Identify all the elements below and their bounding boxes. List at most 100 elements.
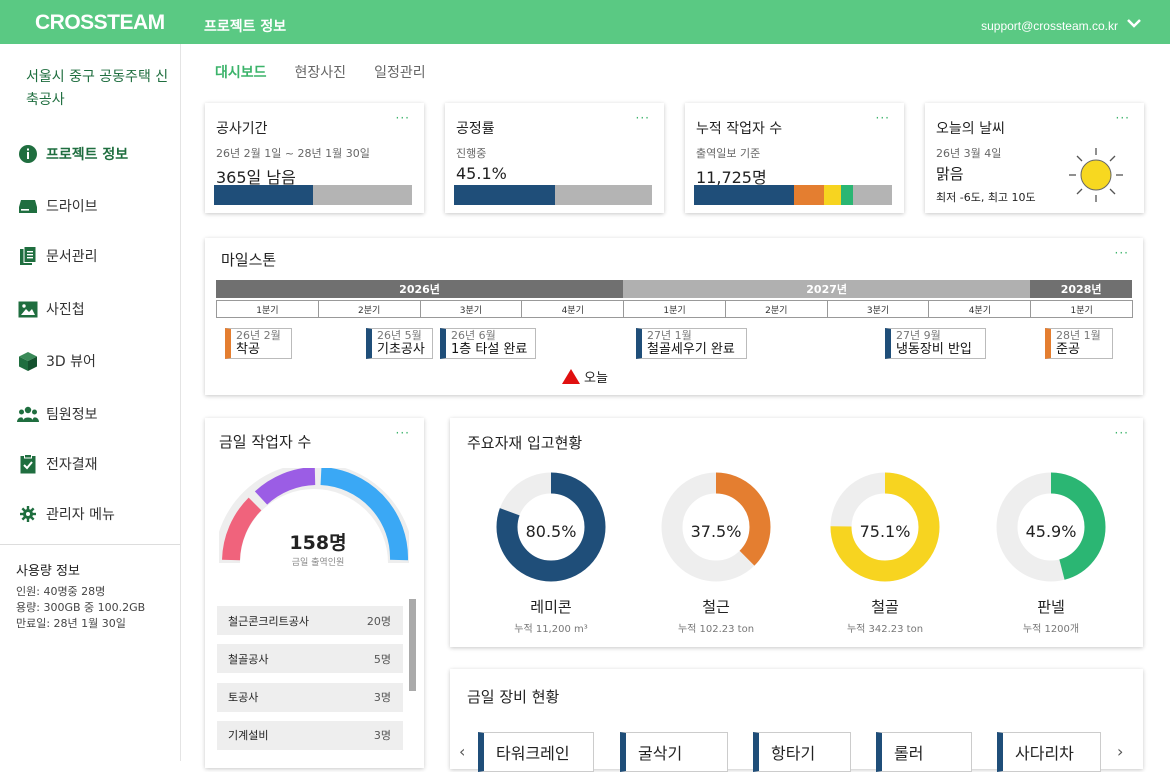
weather-condition: 맑음 bbox=[936, 165, 964, 183]
weather-date: 26년 3월 4일 bbox=[936, 147, 1002, 160]
equipment-item[interactable]: 항타기 bbox=[753, 732, 851, 772]
bar-segment bbox=[823, 185, 842, 205]
sidebar-item-label: 3D 뷰어 bbox=[46, 354, 96, 370]
quarter-cell: 1분기 bbox=[623, 300, 726, 318]
material-total: 누적 1200개 bbox=[1022, 624, 1080, 635]
card-title: 주요자재 입고현황 bbox=[467, 434, 583, 452]
page-title: 프로젝트 정보 bbox=[204, 19, 287, 35]
trade-name: 토공사 bbox=[228, 691, 259, 705]
sidebar-item-label: 전자결재 bbox=[46, 457, 98, 473]
list-item[interactable]: 토공사 3명 bbox=[217, 682, 403, 712]
milestone-item[interactable]: 28년 1월 준공 bbox=[1045, 328, 1113, 359]
today-marker: 오늘 bbox=[562, 367, 608, 386]
user-email[interactable]: support@crossteam.co.kr bbox=[981, 19, 1118, 33]
approval-icon bbox=[17, 453, 39, 475]
trade-name: 기계설비 bbox=[228, 729, 269, 743]
card-title: 금일 장비 현황 bbox=[467, 688, 560, 706]
usage-expiry: 만료일: 28년 1월 30일 bbox=[16, 617, 126, 630]
quarter-cell: 1분기 bbox=[216, 300, 319, 318]
sidebar-item-3d-viewer[interactable]: 3D 뷰어 bbox=[17, 346, 177, 376]
milestone-item[interactable]: 26년 2월 착공 bbox=[225, 328, 292, 359]
sidebar-item-team[interactable]: 팀원정보 bbox=[17, 399, 177, 429]
bar-segment bbox=[694, 185, 794, 205]
trade-count: 3명 bbox=[373, 729, 391, 743]
trade-count: 5명 bbox=[373, 652, 391, 666]
usage-members: 인원: 40명중 28명 bbox=[16, 585, 106, 598]
milestone-date: 27년 9월 bbox=[896, 329, 941, 342]
list-item[interactable]: 기계설비 3명 bbox=[217, 720, 403, 750]
milestone-item[interactable]: 26년 5월 기초공사 bbox=[366, 328, 433, 359]
milestone-item[interactable]: 27년 1월 철골세우기 완료 bbox=[636, 328, 747, 359]
year-2027: 2027년 bbox=[623, 280, 1031, 298]
workers-today-card: 금일 작업자 수 ··· 158명 금일 출역인원 철근콘크리트공사 20명 철골… bbox=[205, 418, 424, 768]
trade-count: 3명 bbox=[373, 691, 391, 705]
equipment-item[interactable]: 굴삭기 bbox=[620, 732, 728, 772]
more-icon[interactable]: ··· bbox=[1116, 111, 1130, 125]
milestone-card: 마일스톤 ··· 2026년 2027년 2028년 1분기 2분기 3분기 4… bbox=[205, 238, 1143, 395]
sun-icon bbox=[1069, 148, 1123, 202]
chevron-down-icon[interactable] bbox=[1126, 17, 1142, 29]
chevron-left-icon[interactable]: ‹ bbox=[459, 742, 465, 761]
gear-icon bbox=[17, 503, 39, 525]
equipment-item[interactable]: 롤러 bbox=[876, 732, 972, 772]
triangle-up-icon bbox=[562, 369, 580, 384]
trade-name: 철골공사 bbox=[228, 652, 269, 666]
bar-segment bbox=[841, 185, 854, 205]
more-icon[interactable]: ··· bbox=[1115, 246, 1129, 260]
more-icon[interactable]: ··· bbox=[876, 111, 890, 125]
milestone-item[interactable]: 26년 6월 1층 타설 완료 bbox=[440, 328, 536, 359]
trade-list: 철근콘크리트공사 20명 철골공사 5명 토공사 3명 기계설비 3명 bbox=[217, 606, 403, 759]
material-total: 누적 102.23 ton bbox=[677, 624, 755, 635]
donut-percent: 45.9% bbox=[1025, 522, 1077, 541]
progress-status: 진행중 bbox=[456, 147, 487, 160]
sidebar-item-approval[interactable]: 전자결재 bbox=[17, 449, 177, 479]
equipment-item[interactable]: 타워크레인 bbox=[478, 732, 594, 772]
sidebar-item-label: 문서관리 bbox=[46, 249, 98, 265]
quarter-cell: 2분기 bbox=[724, 300, 828, 318]
milestone-date: 26년 6월 bbox=[451, 329, 496, 342]
list-item[interactable]: 철골공사 5명 bbox=[217, 644, 403, 674]
tab-dashboard[interactable]: 대시보드 bbox=[215, 62, 267, 82]
today-label: 오늘 bbox=[584, 371, 608, 386]
period-card: 공사기간 ··· 26년 2월 1일 ~ 28년 1월 30일 365일 남음 bbox=[205, 103, 424, 213]
progress-bar bbox=[454, 185, 652, 205]
donut-percent: 80.5% bbox=[525, 522, 577, 541]
more-icon[interactable]: ··· bbox=[396, 111, 410, 125]
sidebar-item-project-info[interactable]: 프로젝트 정보 bbox=[17, 139, 177, 169]
milestone-date: 26년 2월 bbox=[236, 329, 281, 342]
sidebar-item-documents[interactable]: 문서관리 bbox=[17, 241, 177, 271]
materials-card: 주요자재 입고현황 ··· 80.5% 레미콘 누적 11,200 m³ 37.… bbox=[450, 418, 1143, 647]
list-item[interactable]: 철근콘크리트공사 20명 bbox=[217, 606, 403, 635]
bar-segment bbox=[853, 185, 892, 205]
more-icon[interactable]: ··· bbox=[636, 111, 650, 125]
milestone-title: 기초공사 bbox=[377, 342, 425, 357]
milestone-title: 1층 타설 완료 bbox=[451, 342, 528, 357]
card-title: 마일스톤 bbox=[221, 251, 277, 269]
sidebar-item-admin[interactable]: 관리자 메뉴 bbox=[17, 499, 177, 529]
chevron-right-icon[interactable]: › bbox=[1117, 742, 1123, 761]
milestone-title: 착공 bbox=[236, 342, 260, 357]
equipment-item[interactable]: 사다리차 bbox=[997, 732, 1101, 772]
sidebar-item-drive[interactable]: 드라이브 bbox=[17, 191, 177, 221]
workers-card: 누적 작업자 수 ··· 출역일보 기준 11,725명 bbox=[685, 103, 904, 213]
card-title: 누적 작업자 수 bbox=[696, 121, 783, 137]
year-2026: 2026년 bbox=[216, 280, 624, 298]
material-total: 누적 342.23 ton bbox=[846, 624, 924, 635]
logo[interactable]: CROSSTEAM bbox=[35, 11, 165, 35]
tab-site-photos[interactable]: 현장사진 bbox=[295, 62, 347, 82]
more-icon[interactable]: ··· bbox=[1115, 426, 1129, 440]
info-icon bbox=[17, 143, 39, 165]
more-icon[interactable]: ··· bbox=[396, 426, 410, 440]
scrollbar[interactable] bbox=[409, 599, 416, 691]
milestone-item[interactable]: 27년 9월 냉동장비 반입 bbox=[885, 328, 986, 359]
card-title: 공정률 bbox=[456, 121, 495, 137]
material-name: 판넬 bbox=[1037, 598, 1065, 616]
sidebar-item-photos[interactable]: 사진첩 bbox=[17, 294, 177, 324]
tab-schedule[interactable]: 일정관리 bbox=[374, 62, 426, 82]
trade-count: 20명 bbox=[366, 614, 391, 628]
period-progress-bar bbox=[214, 185, 412, 205]
milestone-date: 26년 5월 bbox=[377, 329, 422, 342]
donut-percent: 37.5% bbox=[690, 522, 742, 541]
photo-icon bbox=[17, 298, 39, 320]
donut-percent: 75.1% bbox=[859, 522, 911, 541]
